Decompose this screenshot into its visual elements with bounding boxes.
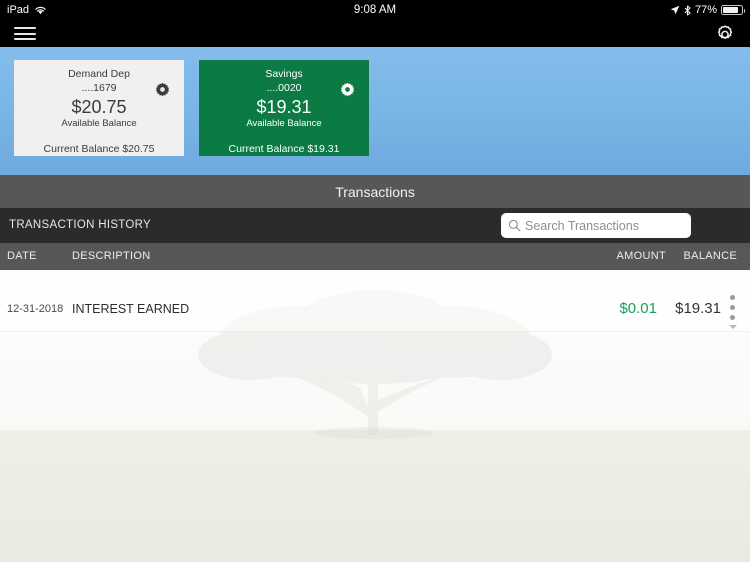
transaction-date: 12-31-2018 (7, 303, 64, 315)
page-title: Transactions (0, 175, 750, 208)
gear-icon[interactable] (340, 82, 355, 97)
account-name: Savings (265, 68, 303, 80)
accounts-band: Demand Dep ....1679 $20.75 Available Bal… (0, 47, 750, 175)
column-header-balance[interactable]: BALANCE (684, 243, 737, 270)
account-available-label: Available Balance (246, 118, 322, 129)
table-row[interactable]: 12-31-2018 INTEREST EARNED $0.01 $19.31 (0, 286, 750, 332)
account-available-amount: $19.31 (256, 97, 312, 117)
hamburger-menu-icon[interactable] (14, 25, 36, 42)
battery-icon (721, 5, 745, 15)
transaction-list: 12-31-2018 INTEREST EARNED $0.01 $19.31 (0, 270, 750, 562)
chevron-down-icon[interactable] (729, 325, 737, 329)
account-current-balance: Current Balance $19.31 (228, 143, 340, 155)
bluetooth-icon (684, 4, 691, 16)
account-available-label: Available Balance (61, 118, 137, 129)
table-column-headers: DATE DESCRIPTION AMOUNT BALANCE (0, 243, 750, 270)
more-vertical-icon[interactable] (726, 295, 739, 325)
account-current-balance: Current Balance $20.75 (43, 143, 155, 155)
gear-icon[interactable] (155, 82, 170, 97)
location-arrow-icon (670, 5, 680, 15)
column-header-amount[interactable]: AMOUNT (617, 243, 666, 270)
account-name: Demand Dep (68, 68, 130, 80)
account-card-demand-dep[interactable]: Demand Dep ....1679 $20.75 Available Bal… (14, 60, 184, 156)
status-bar-clock: 9:08 AM (353, 4, 397, 16)
ios-status-bar: iPad 9:08 AM 77% (0, 0, 750, 20)
account-number-mask: ....0020 (266, 82, 302, 94)
app-screen: iPad 9:08 AM 77% Demand Dep ....1679 $20… (0, 0, 750, 562)
transaction-history-label: TRANSACTION HISTORY (9, 219, 152, 231)
column-header-description[interactable]: DESCRIPTION (72, 243, 150, 270)
transaction-amount: $0.01 (619, 300, 657, 317)
search-input[interactable]: Search Transactions (501, 213, 691, 238)
account-card-savings[interactable]: Savings ....0020 $19.31 Available Balanc… (199, 60, 369, 156)
search-icon (508, 219, 521, 232)
app-nav-bar (0, 20, 750, 47)
transaction-description: INTEREST EARNED (72, 302, 190, 316)
column-header-date[interactable]: DATE (7, 243, 37, 270)
transaction-history-bar: TRANSACTION HISTORY Search Transactions (0, 208, 750, 243)
account-number-mask: ....1679 (81, 82, 117, 94)
status-bar-right: 77% (670, 0, 745, 20)
search-placeholder: Search Transactions (525, 218, 639, 233)
account-available-amount: $20.75 (71, 97, 127, 117)
transaction-balance: $19.31 (675, 300, 721, 317)
gear-icon[interactable] (713, 23, 737, 47)
battery-percent-label: 77% (694, 4, 717, 16)
